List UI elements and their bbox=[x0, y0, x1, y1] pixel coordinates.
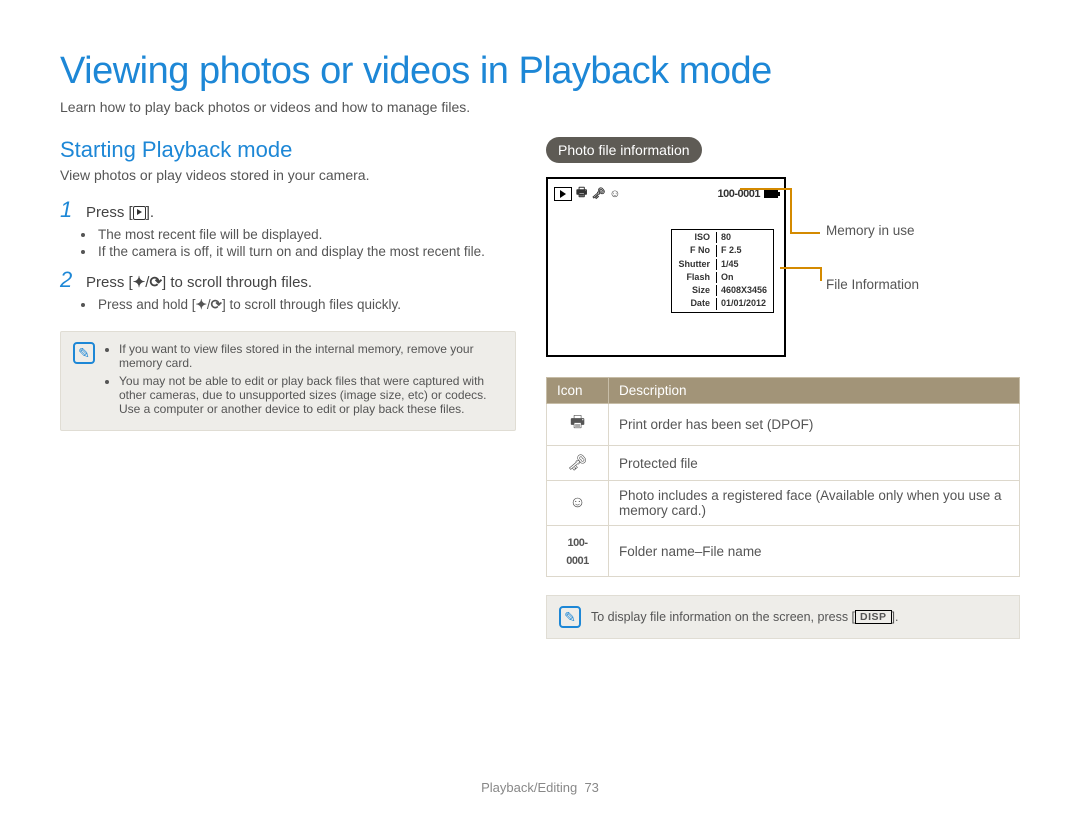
step2-pre: Press [ bbox=[86, 274, 133, 291]
row-icon-folderfile: 100-0001 bbox=[547, 526, 609, 577]
callouts: Memory in use File Information bbox=[790, 177, 1020, 357]
table-row: 🗝 Protected file bbox=[547, 446, 1020, 481]
step1-bullet-1: The most recent file will be displayed. bbox=[96, 227, 516, 242]
note-icon: ✎ bbox=[559, 606, 581, 628]
table-row: 🖶 Print order has been set (DPOF) bbox=[547, 404, 1020, 446]
table-row: ☺ Photo includes a registered face (Avai… bbox=[547, 481, 1020, 526]
th-desc: Description bbox=[609, 378, 1020, 404]
step2-bullets: Press and hold [✦/⟳] to scroll through f… bbox=[96, 297, 516, 313]
callout-memory: Memory in use bbox=[826, 223, 915, 238]
row-desc: Protected file bbox=[609, 446, 1020, 481]
battery-icon bbox=[764, 189, 778, 198]
note-1: If you want to view files stored in the … bbox=[119, 342, 503, 370]
playback-button-icon bbox=[133, 206, 146, 220]
screen-play-icon bbox=[554, 187, 572, 201]
step-2: 2 Press [✦/⟳] to scroll through files. bbox=[60, 267, 516, 293]
tip-box: ✎ To display file information on the scr… bbox=[546, 595, 1020, 639]
note-box: ✎ If you want to view files stored in th… bbox=[60, 331, 516, 431]
page-title: Viewing photos or videos in Playback mod… bbox=[60, 50, 1020, 93]
table-row: 100-0001 Folder name–File name bbox=[547, 526, 1020, 577]
step1-bullets: The most recent file will be displayed. … bbox=[96, 227, 516, 259]
note-2: You may not be able to edit or play back… bbox=[119, 374, 503, 416]
step-number-1: 1 bbox=[60, 197, 78, 223]
step1-post: ]. bbox=[146, 204, 154, 221]
row-icon-face: ☺ bbox=[547, 481, 609, 526]
step1-bullet-2: If the camera is off, it will turn on an… bbox=[96, 244, 516, 259]
right-column: Photo file information 🖶 🗝 ☺ 100-0001 bbox=[546, 137, 1020, 639]
screen-key-icon: 🗝 bbox=[591, 187, 605, 200]
page-intro: Learn how to play back photos or videos … bbox=[60, 99, 1020, 115]
camera-screen: 🖶 🗝 ☺ 100-0001 ISO80 F NoF 2.5 Shutter1/… bbox=[546, 177, 786, 357]
icon-description-table: Icon Description 🖶 Print order has been … bbox=[546, 377, 1020, 577]
camera-diagram: 🖶 🗝 ☺ 100-0001 ISO80 F NoF 2.5 Shutter1/… bbox=[546, 177, 1020, 357]
th-icon: Icon bbox=[547, 378, 609, 404]
timer-icon: ⟳ bbox=[149, 274, 162, 291]
row-desc: Photo includes a registered face (Availa… bbox=[609, 481, 1020, 526]
section-sub: View photos or play videos stored in you… bbox=[60, 167, 516, 183]
row-icon-print: 🖶 bbox=[547, 404, 609, 446]
step-number-2: 2 bbox=[60, 267, 78, 293]
page-footer: Playback/Editing 73 bbox=[0, 780, 1080, 795]
timer-icon: ⟳ bbox=[211, 297, 222, 312]
file-info-block: ISO80 F NoF 2.5 Shutter1/45 FlashOn Size… bbox=[671, 229, 774, 313]
disp-button-icon: DISP bbox=[855, 610, 892, 624]
row-desc: Print order has been set (DPOF) bbox=[609, 404, 1020, 446]
callout-fileinfo: File Information bbox=[826, 277, 919, 292]
flash-icon: ✦ bbox=[196, 297, 207, 312]
step2-post: ] to scroll through files. bbox=[162, 274, 312, 291]
step-1: 1 Press []. bbox=[60, 197, 516, 223]
photo-file-info-pill: Photo file information bbox=[546, 137, 702, 163]
row-desc: Folder name–File name bbox=[609, 526, 1020, 577]
section-title: Starting Playback mode bbox=[60, 137, 516, 163]
step1-pre: Press [ bbox=[86, 204, 133, 221]
row-icon-key: 🗝 bbox=[547, 446, 609, 481]
screen-print-icon: 🖶 bbox=[576, 183, 587, 204]
screen-face-icon: ☺ bbox=[609, 188, 620, 200]
note-icon: ✎ bbox=[73, 342, 95, 364]
step2-bullet-1: Press and hold [✦/⟳] to scroll through f… bbox=[96, 297, 516, 313]
flash-icon: ✦ bbox=[133, 274, 146, 291]
left-column: Starting Playback mode View photos or pl… bbox=[60, 137, 516, 639]
